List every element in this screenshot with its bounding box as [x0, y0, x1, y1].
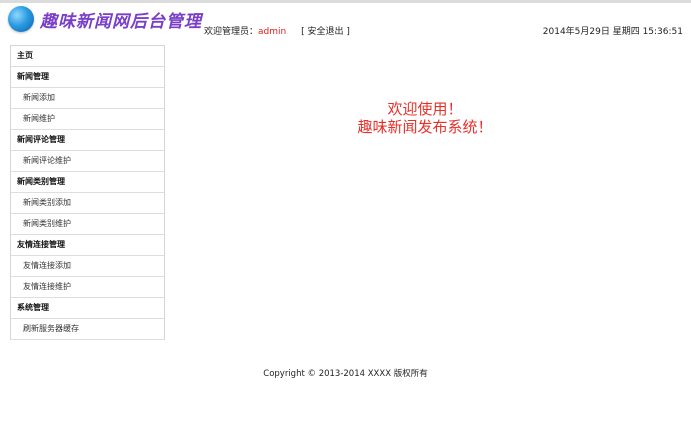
- welcome-line-2: 趣味新闻发布系统！: [357, 118, 493, 136]
- sidebar-item-link-maintain[interactable]: 友情连接维护: [11, 277, 164, 298]
- sidebar-group-news: 新闻管理: [11, 67, 164, 88]
- sidebar-group-links: 友情连接管理: [11, 235, 164, 256]
- sidebar-group-comments: 新闻评论管理: [11, 130, 164, 151]
- sidebar-item-category-maintain[interactable]: 新闻类别维护: [11, 214, 164, 235]
- current-datetime: 2014年5月29日 星期四 15:36:51: [542, 27, 683, 37]
- sidebar-item-refresh-cache[interactable]: 刷新服务器缓存: [11, 319, 164, 340]
- sidebar-item-news-add[interactable]: 新闻添加: [11, 88, 164, 109]
- welcome-line-1: 欢迎使用！: [387, 100, 463, 118]
- sidebar-group-categories: 新闻类别管理: [11, 172, 164, 193]
- site-logo: 趣味新闻网后台管理: [8, 5, 202, 33]
- logout-link[interactable]: [ 安全退出 ]: [301, 27, 350, 37]
- sidebar-item-link-add[interactable]: 友情连接添加: [11, 256, 164, 277]
- footer-copyright: Copyright © 2013-2014 XXXX 版权所有: [263, 369, 428, 379]
- admin-info: 欢迎管理员：admin [ 安全退出 ]: [204, 24, 350, 37]
- welcome-label: 欢迎管理员：: [204, 27, 259, 37]
- sidebar-menu: 主页 新闻管理 新闻添加 新闻维护 新闻评论管理 新闻评论维护 新闻类别管理 新…: [10, 45, 165, 340]
- admin-username: admin: [258, 27, 287, 37]
- sidebar-item-news-maintain[interactable]: 新闻维护: [11, 109, 164, 130]
- sidebar-item-category-add[interactable]: 新闻类别添加: [11, 193, 164, 214]
- sidebar-item-home[interactable]: 主页: [11, 46, 164, 67]
- top-border: [0, 0, 691, 3]
- sidebar-group-system: 系统管理: [11, 298, 164, 319]
- logo-text: 趣味新闻网后台管理: [40, 11, 202, 32]
- welcome-message: 欢迎使用！ 趣味新闻发布系统！: [330, 100, 520, 136]
- sidebar-item-comment-maintain[interactable]: 新闻评论维护: [11, 151, 164, 172]
- globe-icon: [8, 6, 34, 32]
